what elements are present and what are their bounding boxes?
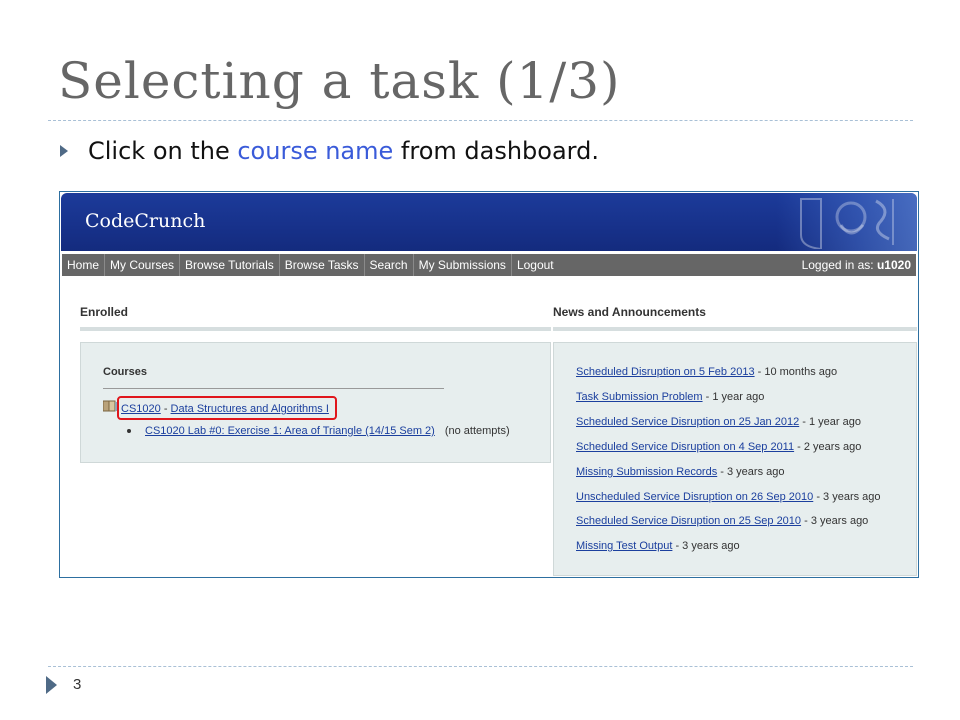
courses-divider — [103, 388, 444, 389]
course-highlight-box — [117, 396, 337, 420]
bullet-text-before: Click on the — [88, 137, 238, 165]
book-icon — [103, 400, 117, 412]
nav-logout[interactable]: Logout — [512, 254, 559, 276]
news-age: - 10 months ago — [754, 366, 838, 378]
footer-divider — [48, 666, 913, 667]
app-header: CodeCrunch — [61, 193, 917, 251]
nav-my-courses[interactable]: My Courses — [105, 254, 181, 276]
crest-decoration — [777, 193, 917, 251]
nav-browse-tutorials[interactable]: Browse Tutorials — [180, 254, 280, 276]
bullet-text: Click on the course name from dashboard. — [88, 137, 599, 165]
news-item: Scheduled Service Disruption on 4 Sep 20… — [576, 441, 861, 453]
bullet-line: Click on the course name from dashboard. — [60, 137, 599, 165]
news-link[interactable]: Unscheduled Service Disruption on 26 Sep… — [576, 491, 813, 503]
news-age: - 3 years ago — [801, 515, 869, 527]
news-link[interactable]: Scheduled Service Disruption on 25 Sep 2… — [576, 515, 801, 527]
enrolled-heading: Enrolled — [80, 305, 129, 319]
news-age: - 3 years ago — [672, 540, 740, 552]
slide-title: Selecting a task (1/3) — [58, 52, 621, 110]
news-panel: Scheduled Disruption on 5 Feb 2013 - 10 … — [553, 342, 917, 576]
task-link[interactable]: CS1020 Lab #0: Exercise 1: Area of Trian… — [145, 425, 435, 437]
courses-heading: Courses — [103, 366, 148, 378]
news-link[interactable]: Scheduled Service Disruption on 25 Jan 2… — [576, 416, 799, 428]
news-age: - 3 years ago — [717, 466, 785, 478]
nav-home[interactable]: Home — [62, 254, 106, 276]
nav-my-submissions[interactable]: My Submissions — [414, 254, 512, 276]
page-marker-icon — [46, 676, 57, 694]
news-age: - 3 years ago — [813, 491, 881, 503]
task-item: CS1020 Lab #0: Exercise 1: Area of Trian… — [127, 425, 510, 437]
news-heading-bar — [553, 327, 917, 331]
news-item: Task Submission Problem - 1 year ago — [576, 391, 764, 403]
main-nav: Home My Courses Browse Tutorials Browse … — [62, 254, 916, 276]
news-link[interactable]: Scheduled Disruption on 5 Feb 2013 — [576, 366, 755, 378]
app-logo[interactable]: CodeCrunch — [85, 210, 205, 232]
nav-search[interactable]: Search — [365, 254, 414, 276]
news-age: - 2 years ago — [794, 441, 862, 453]
news-item: Missing Test Output - 3 years ago — [576, 540, 740, 552]
news-age: - 1 year ago — [799, 416, 861, 428]
news-heading: News and Announcements — [553, 305, 706, 319]
logged-in-status: Logged in as: u1020 — [802, 254, 911, 276]
news-item: Scheduled Disruption on 5 Feb 2013 - 10 … — [576, 366, 837, 378]
bullet-text-after: from dashboard. — [393, 137, 599, 165]
enrolled-panel: Courses CS1020 - Data Structures and Alg… — [80, 342, 551, 463]
lion-crest-icon — [800, 198, 894, 249]
enrolled-heading-bar — [80, 327, 551, 331]
news-item: Scheduled Service Disruption on 25 Jan 2… — [576, 416, 861, 428]
username: u1020 — [876, 258, 911, 272]
dashboard-screenshot: CodeCrunch Home My Courses Browse Tutori… — [59, 191, 919, 578]
news-age: - 1 year ago — [702, 391, 765, 403]
news-link[interactable]: Missing Submission Records — [576, 466, 717, 478]
bullet-arrow-icon — [60, 145, 68, 157]
news-link[interactable]: Scheduled Service Disruption on 4 Sep 20… — [576, 441, 794, 453]
bullet-dot-icon — [127, 429, 131, 433]
title-divider — [48, 120, 913, 121]
news-item: Scheduled Service Disruption on 25 Sep 2… — [576, 515, 868, 527]
task-status: (no attempts) — [444, 425, 510, 437]
bullet-text-highlight: course name — [237, 137, 394, 165]
news-link[interactable]: Missing Test Output — [576, 540, 672, 552]
nav-browse-tasks[interactable]: Browse Tasks — [280, 254, 365, 276]
news-item: Missing Submission Records - 3 years ago — [576, 466, 784, 478]
logged-in-label: Logged in as: — [801, 258, 877, 272]
page-number: 3 — [73, 676, 82, 693]
news-item: Unscheduled Service Disruption on 26 Sep… — [576, 491, 881, 503]
news-link[interactable]: Task Submission Problem — [576, 391, 703, 403]
